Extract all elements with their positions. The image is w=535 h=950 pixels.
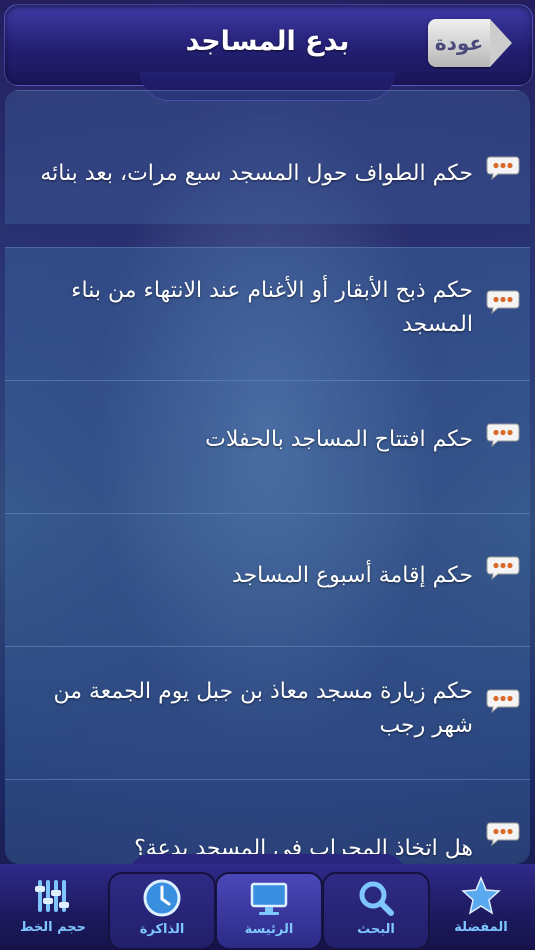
list-item-label: حكم زيارة مسجد معاذ بن جبل يوم الجمعة من… [53, 679, 473, 738]
sliders-icon [35, 880, 69, 912]
tab-favorites[interactable]: المفضلة [429, 872, 533, 946]
speech-bubble-icon [486, 156, 520, 180]
list-item[interactable]: حكم زيارة مسجد معاذ بن جبل يوم الجمعة من… [5, 646, 530, 780]
speech-bubble-icon [486, 556, 520, 580]
page-title: بدع المساجد [185, 26, 350, 57]
tab-search[interactable]: البحث [322, 872, 430, 950]
speech-bubble-icon [486, 822, 520, 846]
speech-bubble-icon [486, 290, 520, 314]
list-item-label: حكم افتتاح المساجد بالحفلات [205, 427, 473, 452]
list-item-label: حكم الطواف حول المسجد سبع مرات، بعد بنائ… [40, 161, 473, 186]
speech-bubble-icon [486, 689, 520, 713]
monitor-icon [250, 882, 288, 915]
list-item[interactable]: حكم الطواف حول المسجد سبع مرات، بعد بنائ… [5, 90, 530, 224]
list-item[interactable]: هل اتخاذ المحراب في المسجد بدعة؟ [5, 779, 530, 864]
tab-memory[interactable]: الذاكرة [108, 872, 216, 950]
tab-label: الذاكرة [139, 922, 185, 937]
tab-label: الرئيسة [244, 922, 294, 937]
search-icon [359, 881, 394, 916]
tab-label: حجم الخط [19, 920, 87, 935]
list-item[interactable]: حكم إقامة أسبوع المساجد [5, 513, 530, 647]
list-item-label: حكم إقامة أسبوع المساجد [232, 563, 473, 588]
tab-home[interactable]: الرئيسة [215, 872, 323, 950]
clock-icon [143, 879, 181, 917]
speech-bubble-icon [486, 423, 520, 447]
tab-label: البحث [357, 922, 395, 937]
tab-font-size[interactable]: حجم الخط [1, 872, 105, 946]
topic-list: حكم الطواف حول المسجد سبع مرات، بعد بنائ… [5, 90, 530, 864]
list-item[interactable]: حكم افتتاح المساجد بالحفلات [5, 380, 530, 514]
list-item[interactable]: حكم ذبح الأبقار أو الأغنام عند الانتهاء … [5, 247, 530, 381]
list-item-label: حكم ذبح الأبقار أو الأغنام عند الانتهاء … [71, 278, 473, 337]
tab-label: المفضلة [454, 920, 508, 935]
star-icon [461, 876, 501, 915]
back-button[interactable]: عودة [428, 19, 512, 67]
